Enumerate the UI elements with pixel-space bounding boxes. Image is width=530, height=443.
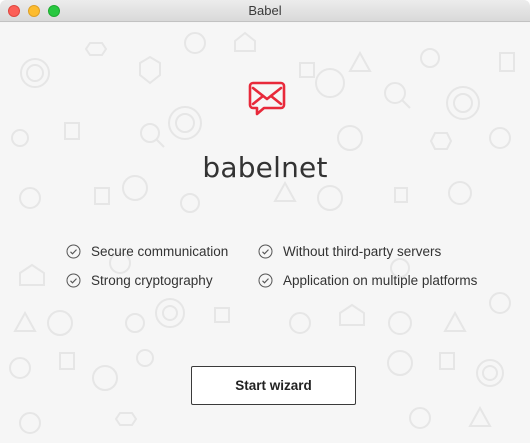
envelope-bubble-icon xyxy=(248,81,286,116)
check-circle-icon xyxy=(258,273,273,288)
check-circle-icon xyxy=(66,273,81,288)
feature-label: Strong cryptography xyxy=(91,273,213,288)
brand-name: babelnet xyxy=(202,151,328,184)
start-wizard-button[interactable]: Start wizard xyxy=(191,366,356,405)
welcome-screen: babelnet Secure communication Without th… xyxy=(0,23,530,443)
window-title: Babel xyxy=(248,3,282,18)
feature-label: Without third-party servers xyxy=(283,244,442,259)
title-bar: Babel xyxy=(0,0,530,22)
check-circle-icon xyxy=(258,244,273,259)
feature-label: Application on multiple platforms xyxy=(283,273,478,288)
check-circle-icon xyxy=(66,244,81,259)
feature-label: Secure communication xyxy=(91,244,229,259)
app-window: Babel babelnet Secure communication With… xyxy=(0,0,530,443)
